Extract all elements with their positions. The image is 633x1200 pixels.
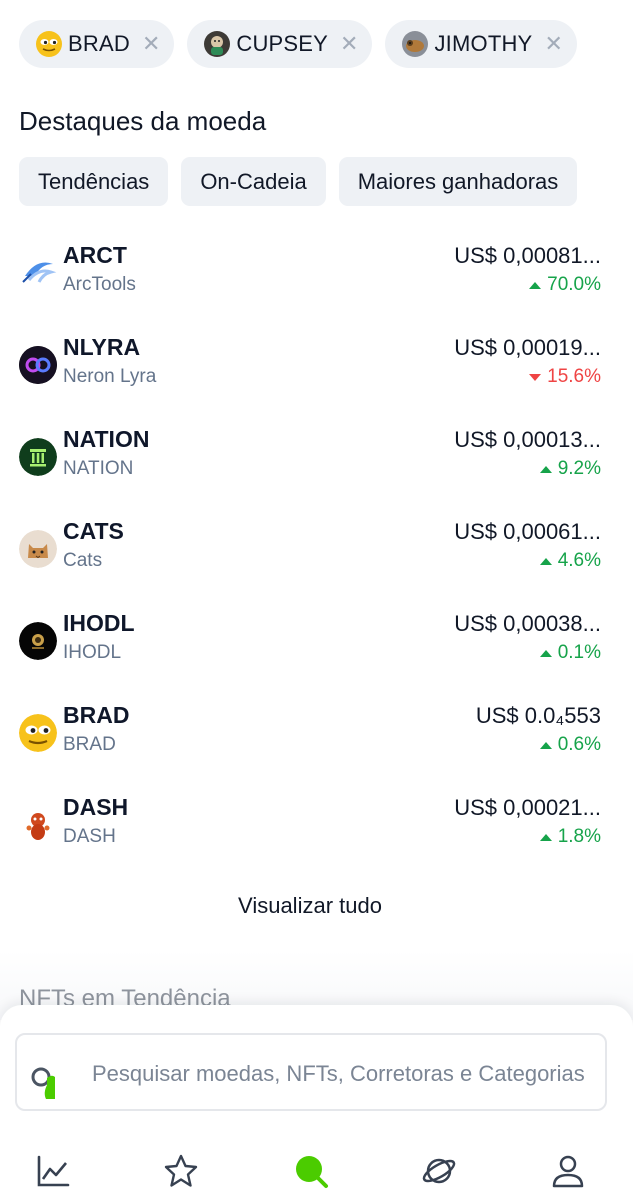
coin-price: US$ 0,00021...	[454, 795, 601, 820]
coin-row-arct[interactable]: ARCT ArcTools US$ 0,00081... 70.0%	[19, 240, 603, 332]
coin-change: 9.2%	[539, 458, 601, 480]
triangle-up-icon	[539, 833, 552, 841]
coin-symbol: ARCT	[63, 242, 127, 268]
coin-row-nation[interactable]: NATION NATION US$ 0,00013... 9.2%	[19, 424, 603, 516]
search-input[interactable]: Pesquisar moedas, NFTs, Corretoras e Cat…	[15, 1033, 607, 1111]
coin-change: 70.0%	[529, 274, 601, 296]
brad-logo-icon	[19, 714, 57, 752]
ihodl-logo-icon	[19, 622, 57, 660]
coin-symbol: NATION	[63, 426, 150, 452]
coin-change: 15.6%	[529, 366, 601, 388]
coin-price: US$ 0,00019...	[454, 335, 601, 360]
triangle-up-icon	[539, 649, 552, 657]
coin-change: 1.8%	[539, 826, 601, 848]
change-value: 0.1%	[557, 642, 601, 663]
coin-row-ihodl[interactable]: IHODL IHODL US$ 0,00038... 0.1%	[19, 608, 603, 700]
coin-price: US$ 0,00038...	[454, 611, 601, 636]
coin-symbol: BRAD	[63, 702, 130, 728]
recent-chip-cupsey[interactable]: CUPSEY ✕	[187, 20, 373, 68]
coin-name: Cats	[63, 550, 103, 571]
view-all-link[interactable]: Visualizar tudo	[0, 893, 620, 919]
remove-chip-icon[interactable]: ✕	[142, 33, 160, 55]
change-value: 0.6%	[557, 734, 601, 755]
coin-name: BRAD	[63, 734, 116, 755]
coin-change: 0.6%	[539, 734, 601, 756]
recent-searches: BRAD ✕ CUPSEY ✕ JIMOTHY ✕	[19, 20, 577, 68]
planet-icon[interactable]	[421, 1153, 457, 1189]
cupsey-avatar-icon	[204, 31, 231, 57]
coin-name: ArcTools	[63, 274, 136, 295]
coin-price: US$ 0,00081...	[454, 243, 601, 268]
chip-label: JIMOTHY	[434, 31, 533, 56]
coin-list: ARCT ArcTools US$ 0,00081... 70.0% NLYRA…	[19, 240, 603, 884]
coin-change: 4.6%	[539, 550, 601, 572]
highlight-tabs: Tendências On-Cadeia Maiores ganhadoras	[19, 157, 609, 207]
coin-row-brad[interactable]: BRAD BRAD US$ 0.0₄553 0.6%	[19, 700, 603, 792]
coin-row-dash[interactable]: DASH DASH US$ 0,00021... 1.8%	[19, 792, 603, 884]
recent-chip-brad[interactable]: BRAD ✕	[19, 20, 175, 68]
change-value: 4.6%	[557, 550, 601, 571]
chip-label: CUPSEY	[236, 31, 329, 56]
recent-chip-jimothy[interactable]: JIMOTHY ✕	[385, 20, 577, 68]
search-icon	[31, 1055, 75, 1101]
coin-symbol: IHODL	[63, 610, 135, 636]
coin-symbol: NLYRA	[63, 334, 141, 360]
coin-row-cats[interactable]: CATS Cats US$ 0,00061... 4.6%	[19, 516, 603, 608]
remove-chip-icon[interactable]: ✕	[340, 33, 358, 55]
coin-price: US$ 0,00013...	[454, 427, 601, 452]
triangle-up-icon	[539, 741, 552, 749]
neron-lyra-logo-icon	[19, 346, 57, 384]
tab-trending[interactable]: Tendências	[19, 157, 169, 206]
change-value: 1.8%	[557, 826, 601, 847]
change-value: 70.0%	[547, 274, 601, 295]
triangle-down-icon	[529, 373, 542, 381]
coin-name: NATION	[63, 458, 134, 479]
coin-name: DASH	[63, 826, 116, 847]
coin-symbol: CATS	[63, 518, 124, 544]
tab-top-gainers[interactable]: Maiores ganhadoras	[338, 157, 578, 206]
triangle-up-icon	[529, 281, 542, 289]
triangle-up-icon	[539, 557, 552, 565]
coin-name: IHODL	[63, 642, 122, 663]
remove-chip-icon[interactable]: ✕	[544, 33, 562, 55]
change-value: 9.2%	[557, 458, 601, 479]
coin-row-nlyra[interactable]: NLYRA Neron Lyra US$ 0,00019... 15.6%	[19, 332, 603, 424]
chip-label: BRAD	[68, 31, 130, 56]
section-title: Destaques da moeda	[19, 106, 267, 136]
coin-change: 0.1%	[539, 642, 601, 664]
search-icon[interactable]	[293, 1153, 329, 1189]
profile-icon[interactable]	[550, 1153, 586, 1189]
change-value: 15.6%	[547, 366, 601, 387]
chart-icon[interactable]	[35, 1153, 71, 1189]
bottom-sheet: Pesquisar moedas, NFTs, Corretoras e Cat…	[0, 1005, 633, 1200]
cats-logo-icon	[19, 530, 57, 568]
coin-symbol: DASH	[63, 794, 129, 820]
star-icon[interactable]	[163, 1153, 199, 1189]
tab-on-chain[interactable]: On-Cadeia	[181, 157, 326, 206]
coin-search-screen: BRAD ✕ CUPSEY ✕ JIMOTHY ✕ Destaques da m…	[0, 0, 633, 1200]
brad-avatar-icon	[36, 31, 62, 57]
triangle-up-icon	[539, 465, 552, 473]
arctools-logo-icon	[19, 254, 57, 292]
search-placeholder: Pesquisar moedas, NFTs, Corretoras e Cat…	[92, 1061, 585, 1086]
dash-logo-icon	[19, 806, 57, 844]
nation-logo-icon	[19, 438, 57, 476]
jimothy-avatar-icon	[402, 31, 429, 57]
coin-price: US$ 0.0₄553	[475, 703, 601, 728]
coin-price: US$ 0,00061...	[454, 519, 601, 544]
bottom-nav	[0, 1153, 633, 1193]
coin-name: Neron Lyra	[63, 366, 157, 387]
